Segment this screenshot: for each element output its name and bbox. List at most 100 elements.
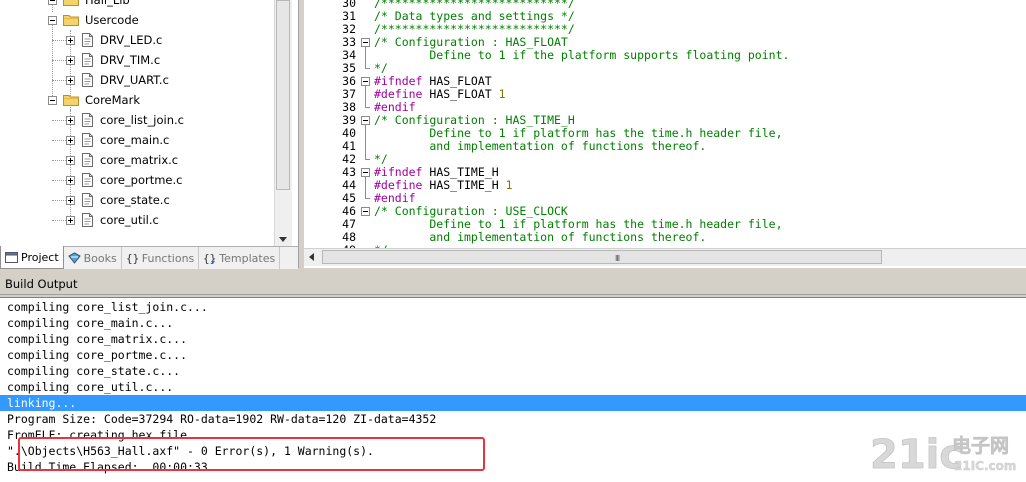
watermark-number: 21ic: [870, 432, 963, 476]
fold-collapse-icon[interactable]: [361, 77, 370, 86]
collapse-minus-icon[interactable]: [48, 95, 57, 105]
expand-plus-icon[interactable]: [66, 75, 75, 85]
fold-end-marker: [365, 107, 370, 108]
collapse-minus-icon[interactable]: [48, 0, 57, 5]
functions-icon: {}: [126, 252, 139, 264]
fold-guide-line: [365, 177, 366, 198]
fold-end-marker: [365, 159, 370, 160]
tree-item-label: core_list_join.c: [100, 113, 184, 127]
tree-vertical-scrollbar[interactable]: [274, 0, 292, 246]
project-panel: Hall_Lib Usercode DRV_LED.c DRV_TIM.c DRV_UA…: [0, 0, 299, 269]
templates-icon: {}: [203, 252, 216, 264]
project-tree[interactable]: Hall_Lib Usercode DRV_LED.c DRV_TIM.c DRV_UA…: [0, 0, 274, 246]
code-editor[interactable]: 30/***************************/31/* Data…: [304, 0, 1026, 268]
tree-guide-line: [52, 80, 66, 81]
tree-item-label: Usercode: [85, 13, 139, 27]
expand-plus-icon[interactable]: [66, 35, 75, 45]
c-source-file-icon: [82, 173, 93, 187]
fold-collapse-icon[interactable]: [361, 38, 370, 47]
code-line[interactable]: 41 and implementation of functions there…: [304, 140, 1026, 153]
tree-item-label: Hall_Lib: [85, 0, 130, 7]
expand-plus-icon[interactable]: [66, 195, 75, 205]
folder-icon: [63, 95, 79, 106]
expand-plus-icon[interactable]: [66, 135, 75, 145]
watermark-cn: 电子网: [952, 434, 1009, 457]
editor-horizontal-scrollbar[interactable]: III: [304, 248, 1026, 266]
code-line[interactable]: 48 and implementation of functions there…: [304, 231, 1026, 244]
tree-item-label: core_portme.c: [100, 173, 183, 187]
expand-plus-icon[interactable]: [66, 55, 75, 65]
fold-end-marker: [365, 198, 370, 199]
fold-collapse-icon[interactable]: [361, 168, 370, 177]
scroll-left-arrow-icon[interactable]: [309, 253, 314, 261]
tree-item-label: core_main.c: [100, 133, 170, 147]
watermark-url: 21IC.com: [954, 459, 1016, 473]
scrollbar-thumb[interactable]: III: [322, 250, 882, 264]
build-output-title: Build Output: [5, 277, 78, 291]
c-source-file-icon: [82, 73, 93, 87]
build-output-line[interactable]: compiling core_portme.c...: [0, 347, 1026, 363]
fold-end-marker: [365, 68, 370, 69]
project-icon: [5, 252, 18, 263]
build-output-line[interactable]: compiling core_list_join.c...: [0, 299, 1026, 315]
scrollbar-thumb[interactable]: [276, 0, 290, 190]
tree-file-item[interactable]: core_util.c: [66, 210, 159, 230]
build-output-line[interactable]: compiling core_state.c...: [0, 363, 1026, 379]
tree-file-item[interactable]: DRV_TIM.c: [66, 50, 160, 70]
tree-group-item[interactable]: CoreMark: [48, 90, 140, 110]
tab-templates[interactable]: {} Templates: [199, 247, 281, 269]
tab-label: Templates: [219, 251, 276, 265]
tab-functions[interactable]: {} Functions: [122, 247, 200, 269]
build-output-line-selected[interactable]: linking...: [0, 395, 1026, 411]
c-source-file-icon: [82, 113, 93, 127]
fold-collapse-icon[interactable]: [361, 207, 370, 216]
tree-item-label: DRV_UART.c: [100, 73, 169, 87]
c-source-file-icon: [82, 133, 93, 147]
tree-guide-line: [52, 180, 66, 181]
tree-group-item[interactable]: Hall_Lib: [48, 0, 130, 10]
fold-guide-line: [365, 125, 366, 159]
tree-guide-line: [52, 120, 66, 121]
expand-plus-icon[interactable]: [66, 115, 75, 125]
c-source-file-icon: [82, 153, 93, 167]
c-source-file-icon: [82, 193, 93, 207]
tree-item-label: DRV_TIM.c: [100, 53, 161, 67]
code-line[interactable]: 34 Define to 1 if the platform supports …: [304, 49, 1026, 62]
scrollbar-grip: III: [615, 254, 620, 263]
code-text: and implementation of functions thereof.: [374, 230, 707, 244]
tab-label: Books: [83, 251, 117, 265]
tree-file-item[interactable]: core_portme.c: [66, 170, 183, 190]
tab-project[interactable]: Project: [0, 246, 64, 269]
tree-file-item[interactable]: core_matrix.c: [66, 150, 178, 170]
build-output-header: Build Output: [0, 274, 1026, 295]
tree-guide-line: [52, 200, 66, 201]
fold-collapse-icon[interactable]: [361, 116, 370, 125]
tree-file-item[interactable]: core_main.c: [66, 130, 169, 150]
code-area[interactable]: 30/***************************/31/* Data…: [304, 0, 1026, 248]
build-output-line[interactable]: Program Size: Code=37294 RO-data=1902 RW…: [0, 411, 1026, 427]
expand-plus-icon[interactable]: [66, 155, 75, 165]
tab-books[interactable]: Books: [64, 247, 122, 269]
tree-guide-line: [52, 60, 66, 61]
tree-file-item[interactable]: core_list_join.c: [66, 110, 184, 130]
tab-label: Project: [21, 250, 59, 264]
expand-plus-icon[interactable]: [66, 215, 75, 225]
tree-file-item[interactable]: DRV_LED.c: [66, 30, 162, 50]
panel-tabs: Project Books{} Functions{} Templates: [0, 246, 298, 269]
tree-item-label: core_matrix.c: [100, 153, 179, 167]
expand-plus-icon[interactable]: [66, 175, 75, 185]
build-output-line[interactable]: compiling core_util.c...: [0, 379, 1026, 395]
scroll-down-arrow-icon[interactable]: [279, 237, 287, 242]
tree-guide-line: [52, 220, 66, 221]
build-output-line[interactable]: compiling core_matrix.c...: [0, 331, 1026, 347]
collapse-minus-icon[interactable]: [48, 15, 57, 25]
brand-watermark-logo: 21ic 电子网 21IC.com: [870, 432, 1017, 476]
tree-file-item[interactable]: DRV_UART.c: [66, 70, 169, 90]
tree-guide-line: [52, 140, 66, 141]
books-icon: [67, 252, 81, 264]
code-text: Define to 1 if the platform supports flo…: [374, 48, 790, 62]
tree-file-item[interactable]: core_state.c: [66, 190, 170, 210]
tree-group-item[interactable]: Usercode: [48, 10, 139, 30]
c-source-file-icon: [82, 33, 93, 47]
build-output-line[interactable]: compiling core_main.c...: [0, 315, 1026, 331]
